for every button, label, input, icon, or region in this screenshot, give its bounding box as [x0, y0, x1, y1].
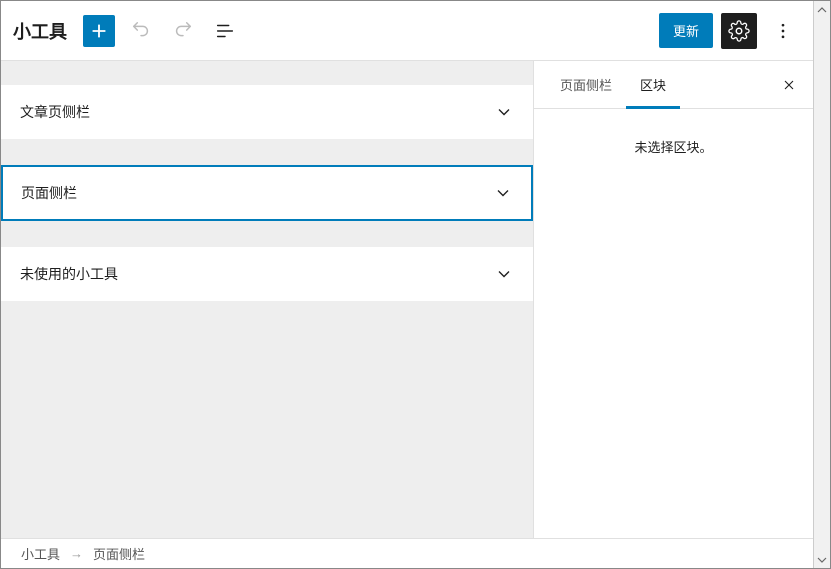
settings-button[interactable]	[721, 13, 757, 49]
more-vertical-icon	[773, 21, 793, 41]
close-icon	[781, 77, 797, 93]
add-block-button[interactable]	[83, 15, 115, 47]
scrollbar-up-arrow[interactable]	[816, 3, 829, 16]
list-view-icon	[214, 20, 236, 42]
topbar-right: 更新	[659, 13, 801, 49]
gear-icon	[728, 20, 750, 42]
chevron-down-icon	[494, 264, 514, 284]
list-view-button[interactable]	[209, 15, 241, 47]
widget-area-panel[interactable]: 页面侧栏	[1, 165, 533, 221]
close-sidebar-button[interactable]	[777, 73, 801, 97]
breadcrumb-separator: →	[70, 546, 83, 562]
update-button[interactable]: 更新	[659, 13, 713, 48]
chevron-down-icon	[493, 183, 513, 203]
widget-area-label: 页面侧栏	[21, 183, 77, 203]
vertical-scrollbar[interactable]	[813, 1, 830, 568]
breadcrumb-root[interactable]: 小工具	[21, 544, 60, 563]
topbar: 小工具 更新	[1, 1, 813, 61]
widget-area-panel[interactable]: 文章页侧栏	[1, 85, 533, 139]
widget-area-label: 文章页侧栏	[20, 102, 90, 122]
tab-block[interactable]: 区块	[626, 61, 680, 108]
breadcrumb: 小工具 → 页面侧栏	[1, 538, 813, 568]
sidebar-body: 未选择区块。	[534, 109, 813, 538]
widget-canvas: 文章页侧栏 页面侧栏 未使用的小工具	[1, 61, 533, 538]
tab-widget-area[interactable]: 页面侧栏	[546, 61, 626, 108]
sidebar: 页面侧栏 区块 未选择区块。	[533, 61, 813, 538]
chevron-down-icon	[494, 102, 514, 122]
no-block-selected-message: 未选择区块。	[634, 141, 712, 156]
plus-icon	[88, 20, 110, 42]
widget-area-label: 未使用的小工具	[20, 264, 118, 284]
redo-icon	[172, 20, 194, 42]
widget-area-panel[interactable]: 未使用的小工具	[1, 247, 533, 301]
undo-icon	[130, 20, 152, 42]
undo-button[interactable]	[125, 15, 157, 47]
sidebar-tabs: 页面侧栏 区块	[534, 61, 813, 109]
topbar-left: 小工具	[13, 15, 241, 47]
scrollbar-down-arrow[interactable]	[816, 553, 829, 566]
breadcrumb-current[interactable]: 页面侧栏	[93, 544, 145, 563]
more-options-button[interactable]	[765, 13, 801, 49]
redo-button[interactable]	[167, 15, 199, 47]
page-title: 小工具	[13, 18, 67, 44]
